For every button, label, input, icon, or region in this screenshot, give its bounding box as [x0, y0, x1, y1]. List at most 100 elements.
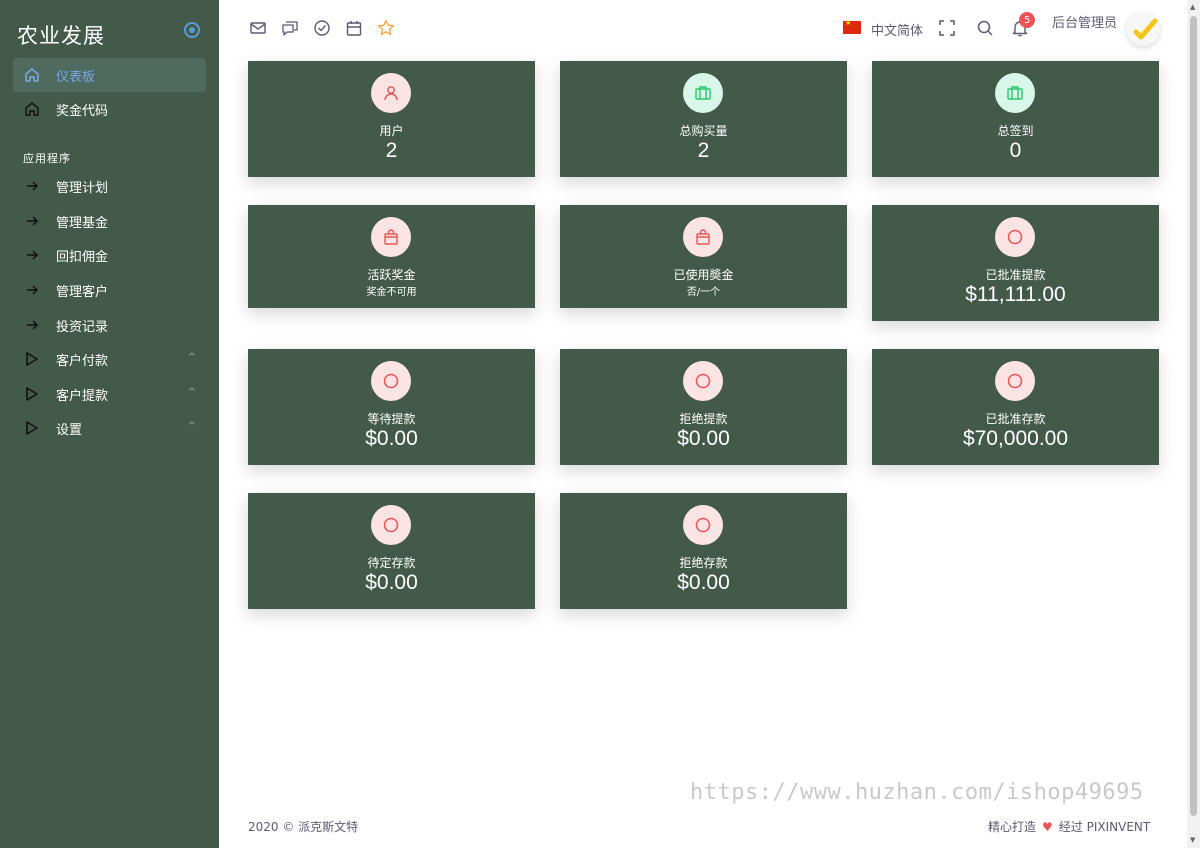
vertical-scrollbar[interactable]: ▲ ▼: [1187, 0, 1200, 848]
stat-label: 拒绝存款: [679, 556, 728, 570]
chevron-up-icon: ^: [187, 352, 196, 363]
stat-label: 拒绝提款: [679, 412, 728, 426]
sidebar-item-investment-records[interactable]: 投资记录: [13, 308, 206, 342]
circle-icon: [371, 505, 411, 545]
sidebar-item-label: 管理基金: [56, 215, 109, 231]
calendar-icon[interactable]: [344, 18, 364, 38]
home-icon: [24, 101, 40, 117]
play-icon: [24, 386, 40, 402]
arrow-right-icon: [24, 247, 40, 263]
star-icon[interactable]: [376, 18, 396, 38]
china-flag-icon[interactable]: [843, 19, 861, 34]
stat-card-pending-deposits: 待定存款 $0.00: [248, 493, 535, 609]
circle-icon: [683, 361, 723, 401]
sidebar-item-bonus-code[interactable]: 奖金代码: [13, 92, 206, 126]
stat-value: 2: [697, 139, 710, 162]
footer-copyright: 2020 © 派克斯文特: [248, 820, 359, 834]
chevron-up-icon: ^: [187, 421, 196, 432]
avatar-image: [1126, 12, 1160, 46]
mail-icon[interactable]: [248, 18, 268, 38]
fullscreen-icon[interactable]: [937, 18, 957, 38]
scroll-down-arrow-icon[interactable]: ▼: [1190, 836, 1195, 844]
chevron-up-icon: ^: [187, 387, 196, 398]
stat-card-used-bonus: 已使用奬金 否/一个: [560, 205, 847, 308]
sidebar-item-label: 仪表板: [56, 69, 96, 85]
sidebar: 农业发展 仪表板 奖金代码 应用程序 管理计划 管理基金 回扣佣金 管理客户 投…: [0, 0, 219, 848]
stat-card-active-bonus: 活跃奖金 奖金不可用: [248, 205, 535, 308]
stat-label: 已批准存款: [985, 412, 1046, 426]
stat-label: 待定存款: [367, 556, 416, 570]
sidebar-item-label: 投资记录: [56, 319, 109, 335]
stat-value: $0.00: [677, 571, 730, 594]
play-icon: [24, 351, 40, 367]
stat-label: 用户: [379, 124, 404, 138]
stat-card-rejected-withdrawals: 拒绝提款 $0.00: [560, 349, 847, 465]
stat-label: 等待提款: [367, 412, 416, 426]
sidebar-item-manage-plans[interactable]: 管理计划: [13, 169, 206, 203]
stat-subtext: 否/一个: [686, 287, 721, 298]
circle-icon: [683, 505, 723, 545]
arrow-right-icon: [24, 178, 40, 194]
sidebar-item-settings[interactable]: 设置 ^: [13, 411, 206, 445]
sidebar-item-label: 管理计划: [56, 180, 109, 196]
sidebar-item-customer-payments[interactable]: 客户付款 ^: [13, 342, 206, 376]
stat-card-pending-withdrawals: 等待提款 $0.00: [248, 349, 535, 465]
scroll-thumb[interactable]: [1190, 16, 1197, 816]
shopping-bag-icon: [683, 217, 723, 257]
stat-value: $0.00: [677, 427, 730, 450]
circle-icon: [995, 361, 1035, 401]
avatar[interactable]: [1126, 12, 1160, 46]
sidebar-toggle-icon[interactable]: [184, 22, 200, 38]
briefcase-icon: [683, 73, 723, 113]
stat-label: 总购买量: [679, 124, 728, 138]
play-icon: [24, 420, 40, 436]
stat-label: 总签到: [997, 124, 1034, 138]
search-icon[interactable]: [975, 18, 995, 38]
stat-card-users: 用户 2: [248, 61, 535, 177]
stat-label: 活跃奖金: [367, 268, 416, 282]
stat-card-total-checkins: 总签到 0: [872, 61, 1159, 177]
heart-icon: ♥: [1042, 820, 1053, 834]
sidebar-item-dashboard[interactable]: 仪表板: [13, 58, 206, 92]
stat-value: $70,000.00: [962, 427, 1069, 450]
sidebar-item-label: 设置: [56, 422, 83, 438]
stat-subtext: 奖金不可用: [366, 287, 417, 298]
home-icon: [24, 67, 40, 83]
top-navbar: 中文简体 5 后台管理员: [219, 0, 1187, 56]
sidebar-item-rebate-commission[interactable]: 回扣佣金: [13, 238, 206, 272]
circle-icon: [371, 361, 411, 401]
watermark-text: https://www.huzhan.com/ishop49695: [690, 780, 1144, 805]
stat-value: 2: [385, 139, 398, 162]
stat-card-approved-deposits: 已批准存款 $70,000.00: [872, 349, 1159, 465]
sidebar-item-label: 回扣佣金: [56, 249, 109, 265]
stat-card-approved-withdrawals: 已批准提款 $11,111.00: [872, 205, 1159, 321]
brand-title[interactable]: 农业发展: [17, 20, 105, 50]
arrow-right-icon: [24, 282, 40, 298]
sidebar-item-manage-funds[interactable]: 管理基金: [13, 204, 206, 238]
briefcase-icon: [995, 73, 1035, 113]
stat-value: $0.00: [365, 427, 418, 450]
arrow-right-icon: [24, 317, 40, 333]
sidebar-item-label: 管理客户: [56, 284, 109, 300]
notification-badge: 5: [1019, 12, 1035, 28]
footer-made-with: 精心打造: [988, 820, 1037, 834]
stat-value: $0.00: [365, 571, 418, 594]
sidebar-item-manage-customers[interactable]: 管理客户: [13, 273, 206, 307]
stat-label: 已批准提款: [985, 268, 1046, 282]
sidebar-item-customer-withdrawals[interactable]: 客户提款 ^: [13, 377, 206, 411]
user-icon: [371, 73, 411, 113]
stat-label: 已使用奬金: [673, 268, 734, 282]
language-selector[interactable]: 中文简体: [871, 20, 923, 39]
scroll-up-arrow-icon[interactable]: ▲: [1190, 3, 1195, 11]
circle-icon: [995, 217, 1035, 257]
sidebar-item-label: 客户提款: [56, 388, 109, 404]
chat-icon[interactable]: [280, 18, 300, 38]
section-title-apps: 应用程序: [23, 152, 71, 165]
stat-value: $11,111.00: [965, 283, 1066, 306]
sidebar-item-label: 奖金代码: [56, 103, 109, 119]
sidebar-item-label: 客户付款: [56, 353, 109, 369]
footer-by: 经过 PIXINVENT: [1058, 820, 1151, 834]
arrow-right-icon: [24, 213, 40, 229]
check-circle-icon[interactable]: [312, 18, 332, 38]
user-name[interactable]: 后台管理员: [1052, 12, 1117, 31]
